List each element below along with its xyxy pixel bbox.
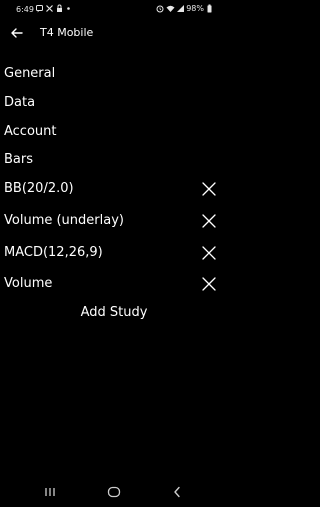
alarm-icon <box>156 4 164 13</box>
study-row[interactable]: BB(20/2.0) <box>0 178 228 200</box>
back-arrow-icon <box>11 28 23 38</box>
lock-icon <box>56 4 63 13</box>
remove-study-button[interactable] <box>200 275 218 293</box>
study-label: Volume <box>4 276 53 291</box>
menu-item-account[interactable]: Account <box>4 124 57 139</box>
app-bar: T4 Mobile <box>0 22 228 44</box>
remove-study-button[interactable] <box>200 212 218 230</box>
menu-item-bars[interactable]: Bars <box>4 152 33 167</box>
status-left-icons <box>36 4 73 13</box>
close-icon <box>202 214 216 228</box>
study-row[interactable]: Volume (underlay) <box>0 210 228 232</box>
close-icon <box>202 182 216 196</box>
study-row[interactable]: MACD(12,26,9) <box>0 242 228 264</box>
home-button[interactable] <box>104 483 124 501</box>
close-icon <box>202 277 216 291</box>
home-icon <box>107 486 121 498</box>
x-icon <box>46 4 53 13</box>
study-row[interactable]: Volume <box>0 273 228 295</box>
recents-button[interactable] <box>40 483 60 501</box>
back-button[interactable] <box>8 24 26 42</box>
page-title: T4 Mobile <box>40 26 94 39</box>
study-label: BB(20/2.0) <box>4 181 74 196</box>
menu-item-general[interactable]: General <box>4 66 55 81</box>
close-icon <box>202 246 216 260</box>
add-study-button[interactable]: Add Study <box>0 305 228 320</box>
status-right-icons: 98% <box>156 4 214 13</box>
battery-percent: 98% <box>186 4 204 13</box>
recents-icon <box>45 488 55 496</box>
wifi-icon <box>166 4 175 13</box>
nav-back-button[interactable] <box>167 483 187 501</box>
status-time: 6:49 <box>16 5 34 14</box>
battery-icon <box>207 4 214 13</box>
dot-icon <box>66 4 73 13</box>
status-bar: 6:49 98% <box>0 0 228 20</box>
signal-icon <box>176 4 185 13</box>
study-label: MACD(12,26,9) <box>4 245 103 260</box>
study-label: Volume (underlay) <box>4 213 124 228</box>
message-icon <box>36 4 43 13</box>
back-icon <box>174 486 180 498</box>
menu-item-data[interactable]: Data <box>4 95 35 110</box>
remove-study-button[interactable] <box>200 180 218 198</box>
system-nav-bar <box>0 477 228 507</box>
remove-study-button[interactable] <box>200 244 218 262</box>
